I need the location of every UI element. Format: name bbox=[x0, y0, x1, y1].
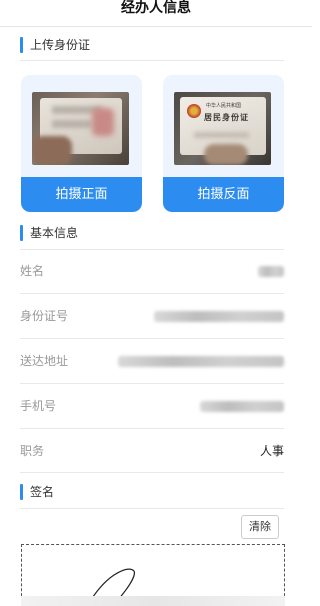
id-back-card-title: 居民身份证 bbox=[204, 112, 249, 122]
section-accent-bar bbox=[20, 37, 23, 53]
page-title: 经办人信息 bbox=[121, 0, 191, 16]
section-accent-bar bbox=[20, 225, 23, 241]
shoot-back-button[interactable]: 拍摄反面 bbox=[163, 177, 284, 212]
signature-section-title: 签名 bbox=[30, 485, 55, 499]
field-id-number-row[interactable]: 身份证号 bbox=[20, 294, 284, 338]
shoot-front-button[interactable]: 拍摄正面 bbox=[21, 177, 142, 212]
page-header: 经办人信息 bbox=[0, 0, 312, 27]
id-back-country-text: 中华人民共和国 bbox=[206, 103, 242, 109]
basic-info-section-title: 基本信息 bbox=[30, 226, 79, 240]
signature-section-header: 签名 bbox=[20, 481, 284, 503]
field-value-redacted bbox=[258, 266, 284, 277]
section-accent-bar bbox=[20, 484, 23, 500]
national-emblem-icon bbox=[187, 104, 201, 118]
field-label: 送达地址 bbox=[20, 354, 69, 368]
upload-id-section-header: 上传身份证 bbox=[20, 34, 284, 56]
upload-id-section-title: 上传身份证 bbox=[30, 38, 91, 52]
divider bbox=[20, 60, 284, 61]
field-phone-row[interactable]: 手机号 bbox=[20, 384, 284, 428]
divider bbox=[20, 472, 284, 473]
field-value-redacted bbox=[154, 311, 284, 322]
field-label: 职务 bbox=[20, 444, 45, 458]
field-label: 手机号 bbox=[20, 399, 57, 413]
field-position-row[interactable]: 职务 人事 bbox=[20, 429, 284, 473]
field-address-row[interactable]: 送达地址 bbox=[20, 339, 284, 383]
field-value-redacted bbox=[200, 401, 284, 412]
id-back-card[interactable]: 中华人民共和国 居民身份证 拍摄反面 bbox=[163, 75, 284, 212]
id-front-photo bbox=[32, 92, 129, 165]
signature-pad-bottom-strip bbox=[21, 596, 285, 606]
divider bbox=[20, 508, 284, 509]
field-name-row[interactable]: 姓名 bbox=[20, 249, 284, 293]
basic-info-section-header: 基本信息 bbox=[20, 222, 284, 244]
clear-signature-button[interactable]: 清除 bbox=[241, 515, 279, 539]
field-label: 姓名 bbox=[20, 264, 45, 278]
field-label: 身份证号 bbox=[20, 309, 69, 323]
id-back-photo: 中华人民共和国 居民身份证 bbox=[174, 92, 271, 165]
field-value-redacted bbox=[118, 356, 284, 367]
id-front-card[interactable]: 拍摄正面 bbox=[21, 75, 142, 212]
field-value: 人事 bbox=[259, 444, 284, 458]
